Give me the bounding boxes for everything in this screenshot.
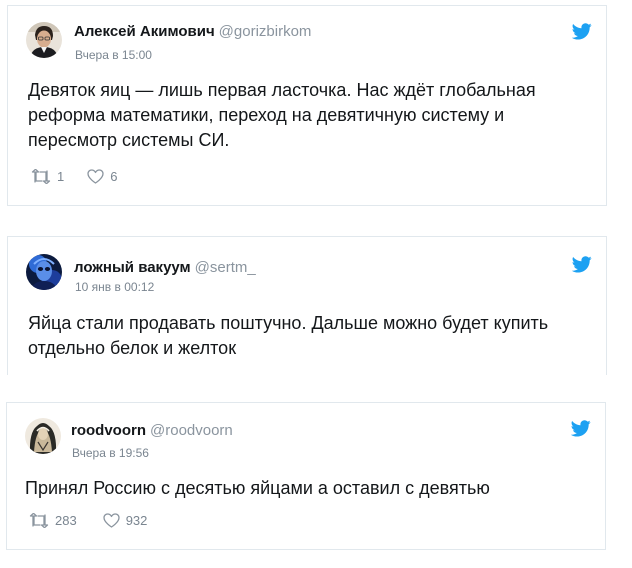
retweet-button[interactable]: 283 [29, 513, 77, 528]
retweet-button[interactable]: 1 [31, 169, 64, 184]
retweet-count: 283 [55, 513, 77, 528]
tweet-card[interactable]: ложный вакуум @sertm_ 10 янв в 00:12 Яйца… [7, 236, 607, 375]
heart-icon [103, 513, 120, 528]
avatar[interactable] [25, 418, 61, 454]
tweet-card[interactable]: Алексей Акимович @gorizbirkom Вчера в 15:… [7, 5, 607, 206]
tweet-author: ложный вакуум @sertm_ [74, 259, 256, 277]
twitter-bird-icon[interactable] [571, 420, 591, 437]
tweet-text: Принял Россию с десятью яйцами а оставил… [25, 478, 490, 498]
like-count: 6 [110, 169, 118, 184]
username-handle[interactable]: @roodvoorn [150, 422, 233, 439]
display-name[interactable]: ложный вакуум [74, 259, 191, 276]
tweet-text: Девяток яиц — лишь первая ласточка. Нас … [28, 80, 536, 150]
avatar[interactable] [26, 22, 62, 58]
like-count: 932 [125, 513, 148, 528]
display-name[interactable]: roodvoorn [71, 422, 146, 439]
retweet-icon [31, 169, 51, 184]
tweet-actions: 1 6 [31, 169, 117, 184]
tweet-text: Яйца стали продавать поштучно. Дальше мо… [28, 313, 549, 358]
username-handle[interactable]: @sertm_ [195, 259, 256, 276]
twitter-bird-icon[interactable] [572, 23, 592, 40]
tweet-timestamp[interactable]: Вчера в 19:56 [72, 446, 149, 460]
retweet-count: 1 [57, 169, 65, 184]
display-name[interactable]: Алексей Акимович [74, 23, 215, 40]
tweet-actions: 283 932 [29, 513, 147, 528]
twitter-bird-icon[interactable] [572, 256, 592, 273]
avatar[interactable] [26, 254, 62, 290]
like-button[interactable]: 932 [103, 513, 148, 528]
tweet-author: Алексей Акимович @gorizbirkom [74, 23, 311, 41]
tweet-timestamp[interactable]: 10 янв в 00:12 [75, 280, 154, 294]
heart-icon [87, 169, 104, 184]
tweet-card[interactable]: roodvoorn @roodvoorn Вчера в 19:56 Принял… [6, 402, 606, 550]
retweet-icon [29, 513, 49, 528]
like-button[interactable]: 6 [87, 169, 117, 184]
tweet-timestamp[interactable]: Вчера в 15:00 [75, 48, 152, 62]
username-handle[interactable]: @gorizbirkom [219, 23, 312, 40]
tweet-author: roodvoorn @roodvoorn [71, 422, 233, 440]
